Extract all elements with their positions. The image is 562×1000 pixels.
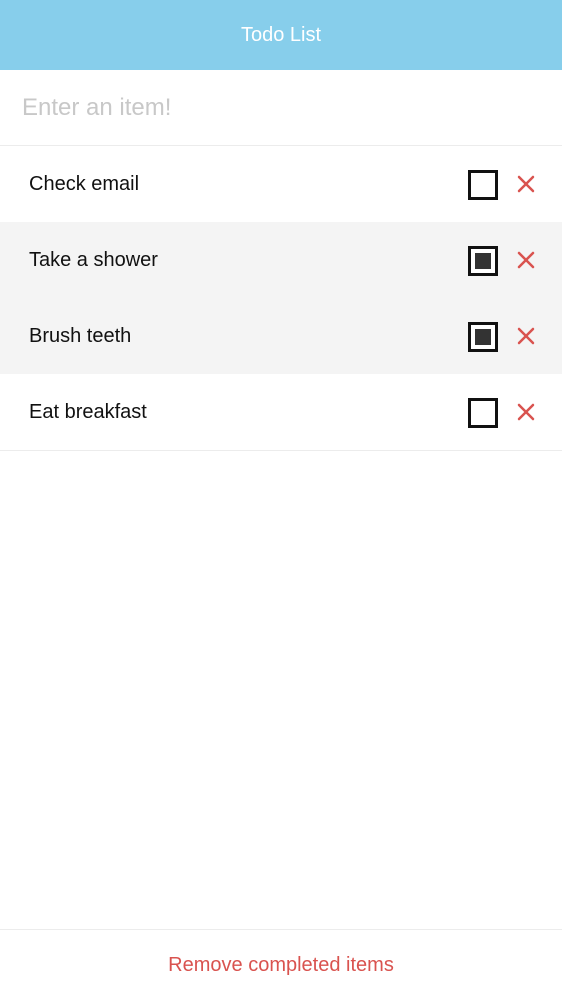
close-icon[interactable] — [514, 400, 538, 424]
checkbox-fill — [475, 329, 491, 345]
close-icon[interactable] — [514, 172, 538, 196]
close-icon[interactable] — [514, 248, 538, 272]
new-item-input[interactable] — [22, 70, 542, 145]
app-header: Todo List — [0, 0, 562, 70]
complete-checkbox[interactable] — [468, 246, 498, 276]
todo-text: Brush teeth — [29, 325, 132, 347]
new-item-row — [0, 70, 562, 146]
todo-item: Eat breakfast — [0, 374, 562, 451]
page-title: Todo List — [240, 23, 322, 46]
footer: Remove completed items — [0, 929, 562, 1000]
close-icon[interactable] — [514, 324, 538, 348]
todo-item: Take a shower — [0, 222, 562, 298]
todo-text: Check email — [29, 173, 140, 195]
complete-checkbox[interactable] — [468, 398, 498, 428]
todo-list: Check email Take a shower Brush teeth Ea… — [0, 146, 562, 451]
todo-text: Eat breakfast — [29, 401, 147, 423]
checkbox-fill — [475, 253, 491, 269]
todo-item: Brush teeth — [0, 298, 562, 374]
remove-completed-button[interactable]: Remove completed items — [168, 954, 394, 977]
todo-text: Take a shower — [29, 249, 158, 271]
todo-item: Check email — [0, 146, 562, 222]
complete-checkbox[interactable] — [468, 322, 498, 352]
complete-checkbox[interactable] — [468, 170, 498, 200]
